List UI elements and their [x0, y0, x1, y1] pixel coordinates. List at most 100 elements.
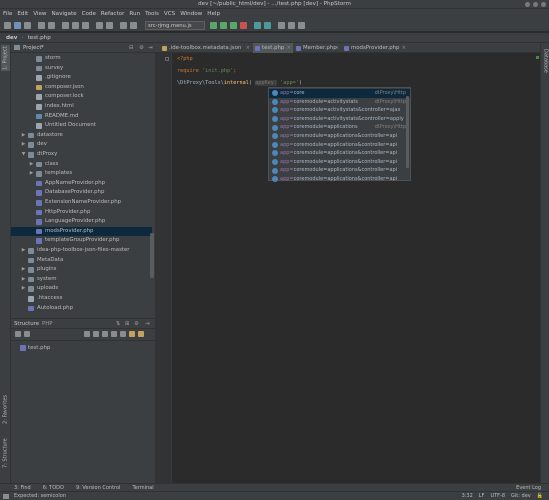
- hide-icon[interactable]: ⇥: [145, 321, 150, 327]
- tree-file[interactable]: composer.lock: [11, 92, 152, 102]
- autocomplete-item[interactable]: app=coremodule=applications&controller=a…: [269, 141, 410, 150]
- autoscroll-from-source-icon[interactable]: [138, 331, 144, 337]
- menu-view[interactable]: View: [33, 11, 46, 17]
- tab-ide-toolbox-json[interactable]: .ide-toolbox.metadata.json ×: [160, 43, 252, 53]
- tree-folder[interactable]: ▶ idea-php-toolbox-json-files-master: [11, 246, 152, 256]
- tree-folder[interactable]: ▶ class: [11, 160, 152, 170]
- tab-member-php[interactable]: Member.php ×: [294, 43, 341, 53]
- tree-folder[interactable]: ▶ templates: [11, 169, 152, 179]
- chevron-right-icon[interactable]: ▶: [21, 275, 26, 285]
- tab-modsprovider-php[interactable]: modsProvider.php ×: [342, 43, 408, 53]
- menu-code[interactable]: Code: [82, 11, 96, 17]
- autocomplete-item[interactable]: app=coremodule=activitystats dtProxy\Http: [269, 98, 410, 107]
- chevron-down-icon[interactable]: ▾: [41, 44, 44, 50]
- open-icon[interactable]: [4, 22, 11, 29]
- maximize-button[interactable]: [533, 2, 538, 7]
- chevron-right-icon[interactable]: ▶: [21, 131, 26, 141]
- tool-windows-toggle-icon[interactable]: [3, 493, 9, 499]
- vcs-branch[interactable]: Git: dev: [511, 493, 531, 499]
- find-icon[interactable]: [96, 22, 103, 29]
- tree-file[interactable]: LanguageProvider.php: [11, 217, 152, 227]
- fold-icon[interactable]: [165, 57, 169, 61]
- file-encoding[interactable]: UTF-8: [490, 493, 505, 499]
- structure-icon[interactable]: [288, 22, 295, 29]
- tree-folder[interactable]: MetaData: [11, 256, 152, 266]
- sort-alpha-icon[interactable]: [15, 331, 21, 337]
- tool-todo[interactable]: 6: TODO: [43, 485, 64, 491]
- paste-icon[interactable]: [82, 22, 89, 29]
- autocomplete-item[interactable]: app=coremodule=applications&controller=a…: [269, 149, 410, 158]
- inspection-ok-icon[interactable]: [536, 56, 539, 59]
- expand-all-icon[interactable]: [111, 331, 117, 337]
- gear-icon[interactable]: ⚙: [139, 45, 144, 51]
- tree-file[interactable]: modsProvider.php: [11, 226, 152, 237]
- expand-icon[interactable]: ⊞: [125, 321, 130, 327]
- tool-terminal[interactable]: Terminal: [132, 485, 153, 491]
- tree-folder[interactable]: ▼ dtProxy: [11, 150, 152, 160]
- run-configuration-select[interactable]: src-rjmg.menu.js: [145, 21, 205, 30]
- menu-navigate[interactable]: Navigate: [52, 11, 77, 17]
- coverage-icon[interactable]: [230, 22, 237, 29]
- menu-tools[interactable]: Tools: [145, 11, 159, 17]
- menu-file[interactable]: File: [3, 11, 12, 17]
- menu-refactor[interactable]: Refactor: [101, 11, 124, 17]
- collapse-all-icon[interactable]: [120, 331, 126, 337]
- copy-icon[interactable]: [72, 22, 79, 29]
- chevron-right-icon[interactable]: ▶: [21, 246, 26, 256]
- tree-file[interactable]: .htaccess: [11, 294, 152, 304]
- settings-icon[interactable]: [278, 22, 285, 29]
- show-constants-icon[interactable]: [102, 331, 108, 337]
- menu-run[interactable]: Run: [129, 11, 140, 17]
- collapse-all-icon[interactable]: ⊟: [129, 45, 134, 51]
- autocomplete-item[interactable]: app=coremodule=applications&controller=a…: [269, 166, 410, 175]
- hide-icon[interactable]: ⇥: [148, 45, 153, 51]
- back-icon[interactable]: [120, 22, 127, 29]
- autocomplete-item[interactable]: app=coremodule=applications&controller=a…: [269, 132, 410, 141]
- tool-version-control[interactable]: 9: Version Control: [76, 485, 121, 491]
- close-icon[interactable]: ×: [402, 43, 406, 53]
- tab-project[interactable]: 1: Project: [1, 45, 10, 71]
- tree-folder[interactable]: ▶ uploads: [11, 284, 152, 294]
- close-button[interactable]: [541, 2, 546, 7]
- tab-test-php[interactable]: test.php ×: [253, 43, 293, 53]
- chevron-right-icon[interactable]: ▶: [29, 160, 34, 170]
- sort-visibility-icon[interactable]: [24, 331, 30, 337]
- run-icon[interactable]: [210, 22, 217, 29]
- gear-icon[interactable]: ⚙: [134, 321, 139, 327]
- chevron-right-icon[interactable]: ▶: [21, 140, 26, 150]
- tab-structure-view[interactable]: Structure: [14, 321, 39, 327]
- tool-event-log[interactable]: Event Log: [516, 485, 541, 491]
- project-panel-title[interactable]: Project: [23, 45, 41, 51]
- tool-find[interactable]: 3: Find: [14, 485, 31, 491]
- tree-folder[interactable]: survey: [11, 64, 152, 74]
- forward-icon[interactable]: [130, 22, 137, 29]
- tree-file[interactable]: .gitignore: [11, 73, 152, 83]
- tree-file[interactable]: Autoload.php: [11, 304, 152, 314]
- vcs-commit-icon[interactable]: [264, 22, 271, 29]
- tab-php-structure[interactable]: PHP: [42, 321, 53, 327]
- menu-window[interactable]: Window: [180, 11, 202, 17]
- breadcrumb-project[interactable]: dev: [6, 35, 17, 41]
- replace-icon[interactable]: [106, 22, 113, 29]
- minimize-button[interactable]: [525, 2, 530, 7]
- chevron-right-icon[interactable]: ▶: [29, 169, 34, 179]
- project-tree[interactable]: storm survey .gitignore composer.json compos…: [11, 54, 156, 318]
- editor-gutter[interactable]: [156, 53, 172, 483]
- chevron-right-icon[interactable]: ▶: [21, 265, 26, 275]
- undo-icon[interactable]: [38, 22, 45, 29]
- menu-vcs[interactable]: VCS: [164, 11, 175, 17]
- tree-file[interactable]: Untitled Document: [11, 121, 152, 131]
- debug-icon[interactable]: [220, 22, 227, 29]
- tree-file[interactable]: AppNameProvider.php: [11, 179, 152, 189]
- autocomplete-item[interactable]: app=coremodule=applications&controller=a…: [269, 175, 410, 184]
- autocomplete-popup[interactable]: app=core dtProxy\Http app=coremodule=activ…: [268, 87, 411, 184]
- tree-scrollbar[interactable]: [150, 233, 154, 278]
- autocomplete-item[interactable]: app=core dtProxy\Http: [269, 89, 410, 98]
- tree-file[interactable]: index.html: [11, 102, 152, 112]
- line-separator[interactable]: LF: [479, 493, 485, 499]
- show-inherited-icon[interactable]: [93, 331, 99, 337]
- cursor-position[interactable]: 3:32: [462, 493, 473, 499]
- help-icon[interactable]: [298, 22, 305, 29]
- tree-file[interactable]: templateGroupProvider.php: [11, 236, 152, 246]
- vcs-update-icon[interactable]: [254, 22, 261, 29]
